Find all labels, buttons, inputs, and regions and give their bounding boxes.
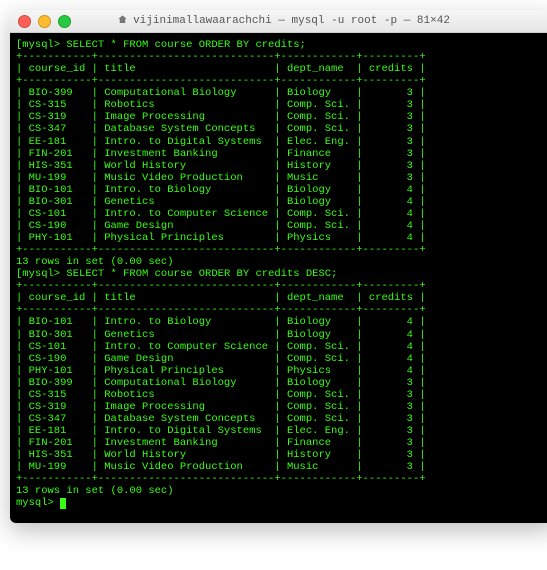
prompt-line: [mysql> SELECT * FROM course ORDER BY cr… xyxy=(16,39,547,51)
table-row: | EE-181 | Intro. to Digital Systems | E… xyxy=(16,425,547,437)
table-separator: +-----------+---------------------------… xyxy=(16,280,547,292)
table-row: | CS-347 | Database System Concepts | Co… xyxy=(16,413,547,425)
table-row: | BIO-101 | Intro. to Biology | Biology … xyxy=(16,316,547,328)
table-row: | HIS-351 | World History | History | 3 … xyxy=(16,160,547,172)
table-row: | CS-315 | Robotics | Comp. Sci. | 3 | xyxy=(16,99,547,111)
result-line: 13 rows in set (0.00 sec) xyxy=(16,256,547,268)
table-row: | HIS-351 | World History | History | 3 … xyxy=(16,449,547,461)
table-row: | CS-101 | Intro. to Computer Science | … xyxy=(16,341,547,353)
table-row: | CS-319 | Image Processing | Comp. Sci.… xyxy=(16,401,547,413)
prompt-line: [mysql> SELECT * FROM course ORDER BY cr… xyxy=(16,268,547,280)
table-row: | PHY-101 | Physical Principles | Physic… xyxy=(16,232,547,244)
table-row: | CS-315 | Robotics | Comp. Sci. | 3 | xyxy=(16,389,547,401)
table-row: | MU-199 | Music Video Production | Musi… xyxy=(16,461,547,473)
terminal-window: vijinimallawaarachchi — mysql -u root -p… xyxy=(10,10,547,523)
table-separator: +-----------+---------------------------… xyxy=(16,244,547,256)
query-text: SELECT * FROM course ORDER BY credits DE… xyxy=(66,268,337,280)
table-row: | BIO-101 | Intro. to Biology | Biology … xyxy=(16,184,547,196)
table-separator: +-----------+---------------------------… xyxy=(16,473,547,485)
window-title-text: vijinimallawaarachchi — mysql -u root -p… xyxy=(133,15,450,27)
table-row: | BIO-301 | Genetics | Biology | 4 | xyxy=(16,196,547,208)
table-row: | EE-181 | Intro. to Digital Systems | E… xyxy=(16,136,547,148)
prompt-line: mysql> xyxy=(16,497,547,509)
cursor-icon xyxy=(60,498,66,509)
table-header: | course_id | title | dept_name | credit… xyxy=(16,63,547,75)
table-row: | FIN-201 | Investment Banking | Finance… xyxy=(16,437,547,449)
table-row: | FIN-201 | Investment Banking | Finance… xyxy=(16,148,547,160)
table-row: | PHY-101 | Physical Principles | Physic… xyxy=(16,365,547,377)
result-line: 13 rows in set (0.00 sec) xyxy=(16,485,547,497)
titlebar: vijinimallawaarachchi — mysql -u root -p… xyxy=(10,10,547,33)
table-row: | CS-347 | Database System Concepts | Co… xyxy=(16,123,547,135)
window-title: vijinimallawaarachchi — mysql -u root -p… xyxy=(10,14,547,29)
minimize-icon[interactable] xyxy=(38,15,51,28)
home-icon xyxy=(117,14,128,29)
table-separator: +-----------+---------------------------… xyxy=(16,304,547,316)
table-row: | CS-101 | Intro. to Computer Science | … xyxy=(16,208,547,220)
close-icon[interactable] xyxy=(18,15,31,28)
table-row: | MU-199 | Music Video Production | Musi… xyxy=(16,172,547,184)
table-row: | BIO-399 | Computational Biology | Biol… xyxy=(16,87,547,99)
terminal-body[interactable]: [mysql> SELECT * FROM course ORDER BY cr… xyxy=(10,33,547,523)
table-row: | CS-190 | Game Design | Comp. Sci. | 4 … xyxy=(16,220,547,232)
table-row: | CS-190 | Game Design | Comp. Sci. | 4 … xyxy=(16,353,547,365)
zoom-icon[interactable] xyxy=(58,15,71,28)
table-row: | BIO-301 | Genetics | Biology | 4 | xyxy=(16,329,547,341)
window-controls xyxy=(18,15,71,28)
table-header: | course_id | title | dept_name | credit… xyxy=(16,292,547,304)
table-separator: +-----------+---------------------------… xyxy=(16,75,547,87)
table-row: | CS-319 | Image Processing | Comp. Sci.… xyxy=(16,111,547,123)
table-row: | BIO-399 | Computational Biology | Biol… xyxy=(16,377,547,389)
table-separator: +-----------+---------------------------… xyxy=(16,51,547,63)
query-text: SELECT * FROM course ORDER BY credits; xyxy=(66,39,305,51)
